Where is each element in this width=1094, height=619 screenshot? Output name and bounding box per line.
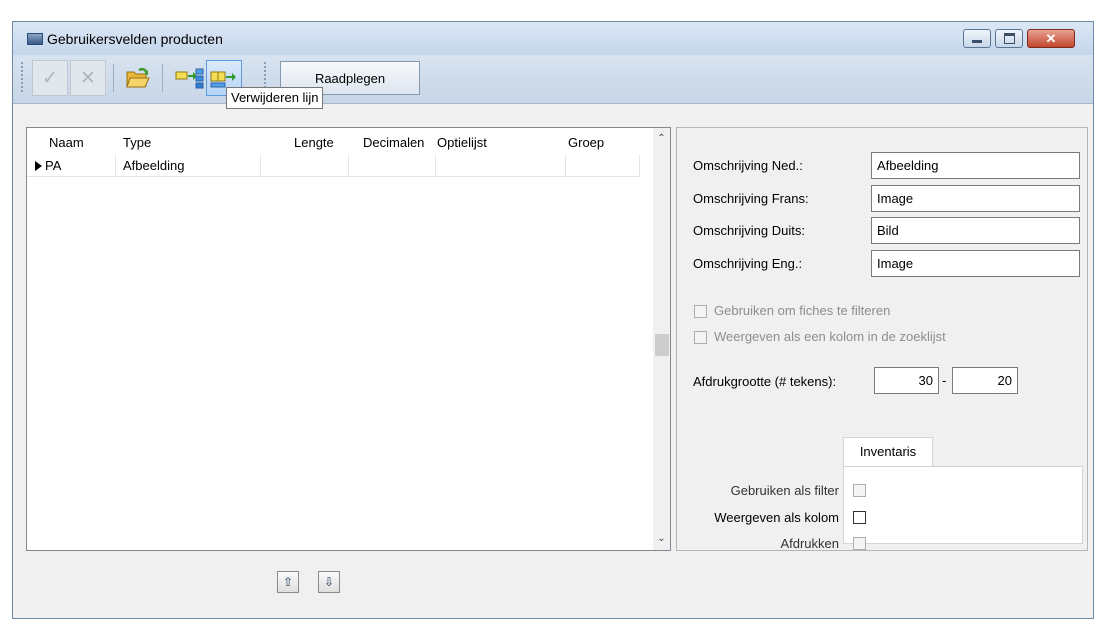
toolbar-grip[interactable] <box>21 62 23 92</box>
cell-naam-text: PA <box>45 158 62 173</box>
cross-icon: ✕ <box>80 67 96 89</box>
maximize-button[interactable] <box>995 29 1023 48</box>
column-header-groep[interactable]: Groep <box>568 135 604 150</box>
weergeven-kolom-checkbox[interactable] <box>853 511 866 524</box>
bottom-bar: ⇧ ⇩ <box>13 551 1093 618</box>
cell-groep[interactable] <box>566 155 640 177</box>
afdrukgrootte-label: Afdrukgrootte (# tekens): <box>693 374 837 389</box>
afdrukgrootte-to-field[interactable]: 20 <box>952 367 1018 394</box>
open-button[interactable] <box>120 60 156 96</box>
scroll-up-icon[interactable]: ⌃ <box>653 130 670 147</box>
title-bar: Gebruikersvelden producten ✕ <box>13 22 1093 55</box>
maximize-icon <box>1003 33 1015 44</box>
afdrukken-checkbox[interactable] <box>853 537 866 550</box>
vertical-scrollbar[interactable]: ⌃ ⌄ <box>653 128 670 550</box>
window-title: Gebruikersvelden producten <box>47 31 223 47</box>
minimize-button[interactable] <box>963 29 991 48</box>
cell-optielijst[interactable] <box>436 155 566 177</box>
checkmark-icon: ✓ <box>42 67 58 89</box>
scroll-down-icon[interactable]: ⌄ <box>653 530 670 547</box>
afdrukgrootte-from-field[interactable]: 30 <box>874 367 939 394</box>
omschrijving-frans-field[interactable]: Image <box>871 185 1080 212</box>
cell-type[interactable]: Afbeelding <box>116 155 261 177</box>
column-header-decimalen[interactable]: Decimalen <box>363 135 424 150</box>
insert-line-button[interactable] <box>171 60 207 96</box>
gebruiken-filter-checkbox[interactable] <box>853 484 866 497</box>
column-header-optielijst[interactable]: Optielijst <box>437 135 487 150</box>
toolbar-separator <box>113 64 114 92</box>
tab-inventaris[interactable]: Inventaris <box>843 437 933 467</box>
table-row[interactable]: PA Afbeelding <box>27 155 653 177</box>
close-icon: ✕ <box>1045 30 1057 46</box>
omschrijving-frans-label: Omschrijving Frans: <box>693 191 809 206</box>
omschrijving-duits-label: Omschrijving Duits: <box>693 223 805 238</box>
main-window: Gebruikersvelden producten ✕ ✓ ✕ Raadple… <box>12 21 1094 619</box>
afdrukken-label: Afdrukken <box>780 536 839 551</box>
column-header-type[interactable]: Type <box>123 135 151 150</box>
row-pointer-icon <box>35 161 42 171</box>
omschrijving-eng-field[interactable]: Image <box>871 250 1080 277</box>
move-up-button[interactable]: ⇧ <box>277 571 299 593</box>
app-icon <box>27 33 43 45</box>
minimize-icon <box>972 40 982 43</box>
tooltip: Verwijderen lijn <box>226 87 324 109</box>
column-header-naam[interactable]: Naam <box>49 135 84 150</box>
insert-line-icon <box>175 68 204 89</box>
kolom-zoeklijst-label: Weergeven als een kolom in de zoeklijst <box>714 329 946 344</box>
cell-lengte[interactable] <box>261 155 349 177</box>
inventaris-tab-content <box>843 466 1083 550</box>
weergeven-kolom-label: Weergeven als kolom <box>714 510 839 525</box>
toolbar: ✓ ✕ Raadplegen <box>13 55 1093 104</box>
cancel-button[interactable]: ✕ <box>70 60 106 96</box>
omschrijving-duits-field[interactable]: Bild <box>871 217 1080 244</box>
filter-fiches-checkbox[interactable] <box>694 305 707 318</box>
close-button[interactable]: ✕ <box>1027 29 1075 48</box>
cell-decimalen[interactable] <box>349 155 436 177</box>
omschrijving-ned-label: Omschrijving Ned.: <box>693 158 803 173</box>
column-header-lengte[interactable]: Lengte <box>294 135 334 150</box>
afdrukgrootte-separator: - <box>942 373 947 388</box>
arrow-down-icon: ⇩ <box>323 575 335 589</box>
omschrijving-eng-label: Omschrijving Eng.: <box>693 256 803 271</box>
filter-fiches-label: Gebruiken om fiches te filteren <box>714 303 891 318</box>
field-details-panel: Omschrijving Ned.: Afbeelding Omschrijvi… <box>676 127 1088 551</box>
toolbar-separator <box>162 64 163 92</box>
confirm-button[interactable]: ✓ <box>32 60 68 96</box>
arrow-up-icon: ⇧ <box>282 575 294 589</box>
folder-open-icon <box>126 67 150 88</box>
cell-type-text: Afbeelding <box>123 158 185 173</box>
gebruiken-filter-label: Gebruiken als filter <box>730 483 839 498</box>
omschrijving-ned-field[interactable]: Afbeelding <box>871 152 1080 179</box>
fields-grid[interactable]: Naam Type Lengte Decimalen Optielijst Gr… <box>26 127 671 551</box>
scroll-thumb[interactable] <box>655 334 669 356</box>
kolom-zoeklijst-checkbox[interactable] <box>694 331 707 344</box>
move-down-button[interactable]: ⇩ <box>318 571 340 593</box>
